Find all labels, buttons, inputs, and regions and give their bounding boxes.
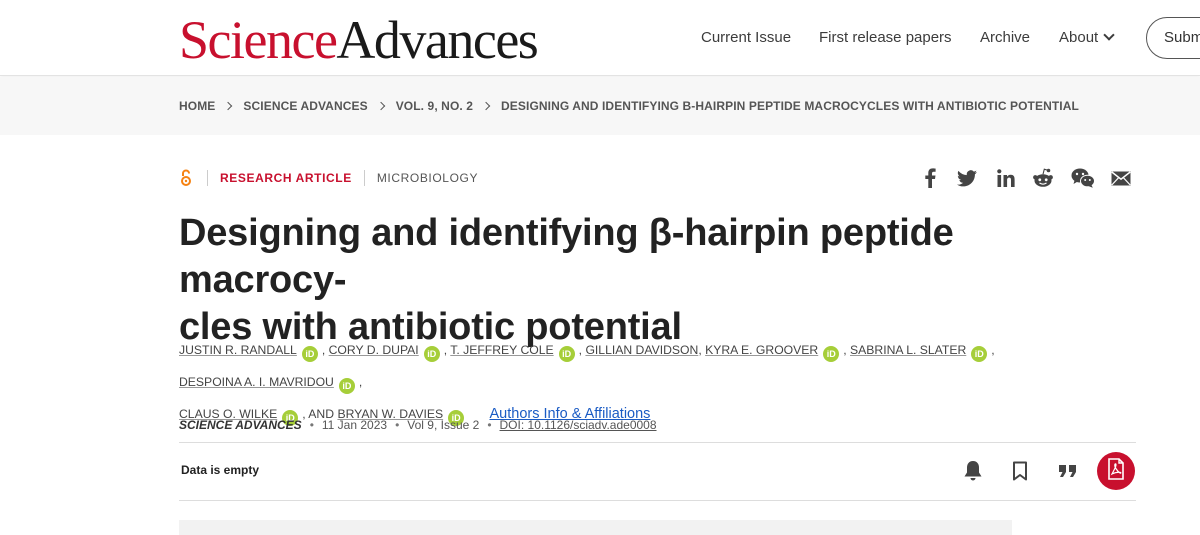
orcid-icon[interactable]: iD (301, 346, 318, 362)
nav-about-label: About (1059, 29, 1099, 46)
site-header: Science Advances Current Issue First rele… (0, 0, 1200, 76)
orcid-icon[interactable]: iD (823, 346, 840, 362)
chevron-right-icon (481, 101, 491, 111)
breadcrumb-article: DESIGNING AND IDENTIFYING Β-HAIRPIN PEPT… (501, 99, 1079, 113)
author-name[interactable]: KYRA E. GROOVER (705, 343, 818, 357)
breadcrumb-journal[interactable]: SCIENCE ADVANCES (243, 99, 367, 113)
article-type-label: RESEARCH ARTICLE (220, 171, 352, 185)
science-advances-logo[interactable]: Science Advances (179, 10, 539, 70)
logo-science-text: Science (179, 10, 338, 70)
breadcrumb-issue[interactable]: VOL. 9, NO. 2 (396, 99, 473, 113)
author-name[interactable]: CORY D. DUPAI (329, 343, 419, 357)
doi-link[interactable]: DOI: 10.1126/sciadv.ade0008 (500, 418, 657, 432)
chevron-right-icon (376, 101, 385, 111)
author-name[interactable]: T. JEFFREY COLE (450, 343, 553, 357)
chevron-right-icon (224, 101, 233, 111)
bookmark-icon[interactable] (1007, 458, 1033, 484)
divider (179, 442, 1136, 443)
author-name[interactable]: SABRINA L. SLATER (850, 343, 966, 357)
breadcrumb-home[interactable]: HOME (179, 99, 215, 113)
nav-current-issue[interactable]: Current Issue (701, 29, 791, 46)
publication-info: SCIENCE ADVANCES • 11 Jan 2023 • Vol 9, … (179, 418, 657, 432)
nav-about[interactable]: About (1059, 29, 1115, 46)
publication-date: 11 Jan 2023 (321, 418, 388, 432)
pdf-icon (1106, 457, 1126, 485)
author-name[interactable]: JUSTIN R. RANDALL (179, 343, 297, 357)
bell-icon[interactable] (960, 458, 986, 484)
separator-dot: • (309, 418, 314, 432)
chevron-down-icon (1103, 29, 1115, 41)
separator-dot: • (487, 418, 492, 432)
article-title-line-1: Designing and identifying β-hairpin pept… (179, 212, 954, 301)
twitter-icon[interactable] (956, 167, 978, 189)
author-list: JUSTIN R. RANDALL iD, CORY D. DUPAI iD, T.… (179, 334, 1119, 430)
wechat-icon[interactable] (1070, 167, 1096, 189)
open-access-icon (179, 169, 193, 187)
logo-advances-text: Advances (336, 10, 538, 70)
divider (207, 170, 208, 186)
divider (179, 500, 1136, 501)
orcid-icon[interactable]: iD (558, 346, 575, 362)
email-icon[interactable] (1110, 167, 1132, 189)
article-meta-row: RESEARCH ARTICLE MICROBIOLOGY (179, 169, 478, 187)
article-subject-label[interactable]: MICROBIOLOGY (377, 171, 478, 185)
content-placeholder-box (179, 520, 1012, 535)
quote-icon[interactable] (1055, 458, 1081, 484)
pdf-download-button[interactable] (1097, 452, 1135, 490)
separator-dot: • (395, 418, 400, 432)
reddit-icon[interactable] (1032, 167, 1054, 189)
journal-name: SCIENCE ADVANCES (179, 418, 302, 432)
author-name[interactable]: GILLIAN DAVIDSON (585, 343, 698, 357)
divider (363, 170, 365, 186)
orcid-icon[interactable]: iD (423, 346, 440, 362)
linkedin-icon[interactable] (995, 167, 1017, 189)
facebook-icon[interactable] (919, 167, 941, 189)
author-name[interactable]: DESPOINA A. I. MAVRIDOU (179, 375, 334, 389)
orcid-icon[interactable]: iD (971, 346, 988, 362)
orcid-icon[interactable]: iD (338, 378, 355, 394)
submit-manuscript-button[interactable]: Subm (1146, 17, 1200, 59)
nav-first-release-papers[interactable]: First release papers (819, 29, 952, 46)
data-status-text: Data is empty (181, 463, 260, 477)
volume-issue[interactable]: Vol 9, Issue 2 (407, 418, 479, 432)
breadcrumb: HOME SCIENCE ADVANCES VOL. 9, NO. 2 DESI… (179, 99, 1079, 113)
nav-archive[interactable]: Archive (980, 29, 1030, 46)
article-title: Designing and identifying β-hairpin pept… (179, 210, 1109, 351)
